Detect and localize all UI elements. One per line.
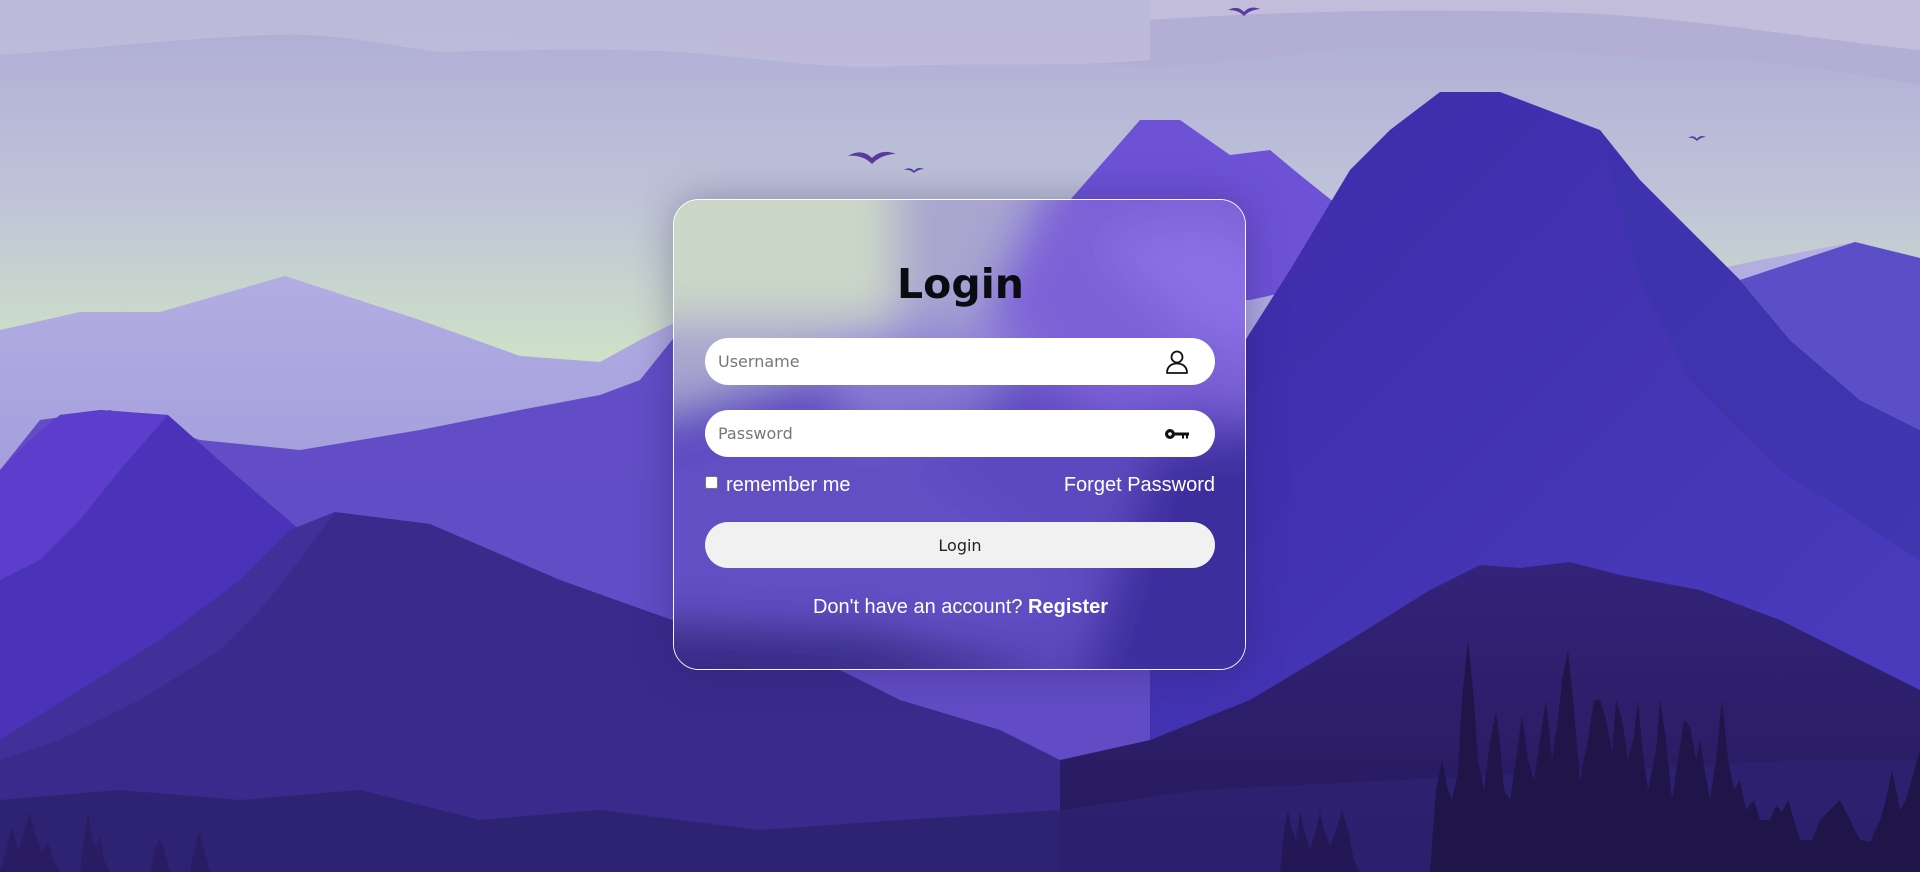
login-title: Login xyxy=(897,260,1024,308)
register-prompt: Don't have an account? Register xyxy=(674,596,1245,619)
person-icon xyxy=(1166,350,1188,374)
remember-forget-row: remember me Forget Password xyxy=(705,474,1215,502)
login-card: Login remember me Forget Password Logi xyxy=(673,199,1246,670)
key-icon xyxy=(1165,429,1189,439)
register-link[interactable]: Register xyxy=(1028,596,1108,618)
password-field xyxy=(705,410,1215,457)
password-input[interactable] xyxy=(705,410,1145,457)
username-field xyxy=(705,338,1215,385)
forget-password-link[interactable]: Forget Password xyxy=(1064,474,1215,497)
register-prompt-text: Don't have an account? xyxy=(812,596,1023,618)
username-input[interactable] xyxy=(705,338,1145,385)
remember-me-checkbox[interactable] xyxy=(705,476,718,489)
remember-me-label[interactable]: remember me xyxy=(726,474,850,497)
login-button[interactable]: Login xyxy=(705,522,1215,568)
